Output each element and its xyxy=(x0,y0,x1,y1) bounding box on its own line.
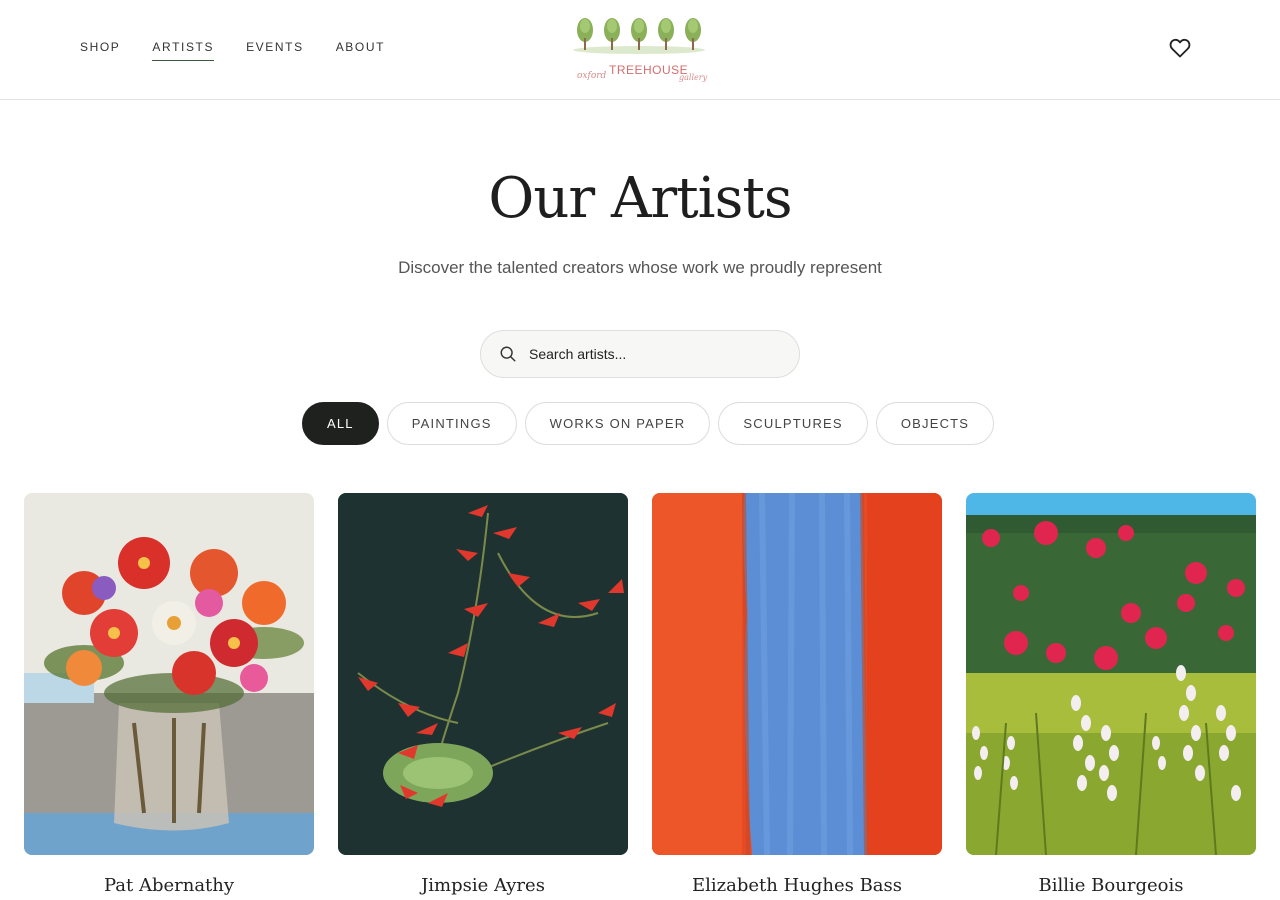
nav-events[interactable]: EVENTS xyxy=(246,40,304,61)
site-header: SHOP ARTISTS EVENTS ABOUT oxford TREEHOU… xyxy=(0,0,1280,100)
filter-works-on-paper[interactable]: WORKS ON PAPER xyxy=(524,402,711,445)
filter-all[interactable]: ALL xyxy=(302,402,379,445)
artwork-image xyxy=(966,493,1256,855)
main-nav: SHOP ARTISTS EVENTS ABOUT xyxy=(80,40,385,61)
search-bar xyxy=(480,330,800,378)
filter-sculptures[interactable]: SCULPTURES xyxy=(718,402,868,445)
nav-shop[interactable]: SHOP xyxy=(80,40,120,61)
artist-name: Elizabeth Hughes Bass xyxy=(691,875,903,896)
artist-card[interactable]: Elizabeth Hughes Bass xyxy=(652,493,942,896)
nav-artists[interactable]: ARTISTS xyxy=(152,40,215,61)
artist-name: Billie Bourgeois xyxy=(1038,875,1184,896)
tree-icon xyxy=(685,18,701,50)
tree-icon xyxy=(604,18,620,50)
gallery-logo[interactable]: oxford TREEHOUSE gallery xyxy=(565,12,715,88)
logo-text-left: oxford xyxy=(577,71,607,81)
artwork-image xyxy=(24,493,314,855)
filter-paintings[interactable]: PAINTINGS xyxy=(386,402,517,445)
artist-name: Pat Abernathy xyxy=(103,875,235,896)
artwork-image xyxy=(338,493,628,855)
treehouse-logo-image: oxford TREEHOUSE gallery xyxy=(573,18,708,82)
artist-card[interactable]: Billie Bourgeois xyxy=(966,493,1256,896)
logo-text-right: gallery xyxy=(679,73,708,82)
search-input[interactable] xyxy=(529,346,779,362)
filter-objects[interactable]: OBJECTS xyxy=(875,402,995,445)
nav-about[interactable]: ABOUT xyxy=(336,40,385,61)
tree-icon xyxy=(577,18,593,50)
category-filters: ALL PAINTINGS WORKS ON PAPER SCULPTURES … xyxy=(302,402,995,445)
logo-text-main: TREEHOUSE xyxy=(609,63,688,77)
artwork-image xyxy=(652,493,942,855)
artist-name: Jimpsie Ayres xyxy=(421,875,545,896)
tree-icon xyxy=(658,18,674,50)
heart-icon[interactable] xyxy=(1168,36,1192,60)
artist-grid: Pat Abernathy Jimpsie Ayres Elizabeth Hu… xyxy=(24,493,1256,896)
artist-card[interactable]: Pat Abernathy xyxy=(24,493,314,896)
page-title: Our Artists xyxy=(488,166,792,231)
artist-card[interactable]: Jimpsie Ayres xyxy=(338,493,628,896)
tree-icon xyxy=(631,18,647,50)
page-subtitle: Discover the talented creators whose wor… xyxy=(398,258,882,277)
search-icon xyxy=(500,346,516,362)
